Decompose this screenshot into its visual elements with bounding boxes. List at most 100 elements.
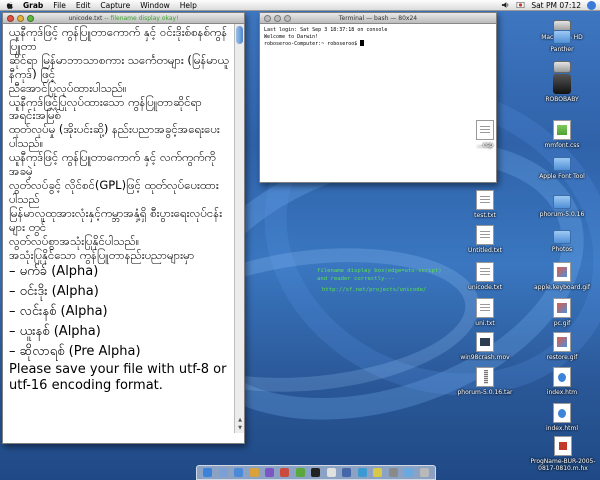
html-file-icon [553, 367, 571, 387]
text-line: ယူနီကုဒ်ဖြင့် ကွန်ပြူတာကောက် နှင့် ဝင်းဒ… [9, 25, 228, 53]
scroll-down-arrow[interactable]: ▼ [235, 424, 245, 432]
terminal-line: Last login: Sat Sep 3 18:37:18 on consol… [264, 27, 388, 33]
text-file-icon [476, 120, 494, 140]
movie-file-icon [476, 332, 494, 352]
menubar-clock[interactable]: Sat PM 07:12 [531, 1, 581, 10]
text-line: လွတ်လပ်စွာအသုံးပြုနိုင်ပါသည်။ [9, 233, 140, 248]
terminal-dock-icon[interactable] [311, 468, 321, 477]
terminal-line: Welcome to Darwin! [264, 33, 319, 40]
text-line: လွတ်လပ်ခွင့် လိုင်စင်(GPL)ဖြင့် ထုတ်လုပ်… [9, 177, 219, 206]
desktop-icon-phorum-tar[interactable]: phorum-5.0.16.tar [453, 367, 517, 396]
terminal-content[interactable]: Last login: Sat Sep 3 18:37:18 on consol… [260, 24, 496, 51]
app-dock-icon[interactable] [342, 468, 352, 477]
terminal-prompt: roboseroo-Computer:~ roboseroo$ [264, 41, 361, 48]
menu-edit[interactable]: Edit [76, 1, 91, 10]
app-dock-icon[interactable] [357, 468, 367, 477]
volume-icon[interactable] [501, 1, 510, 9]
text-file-icon [476, 262, 494, 282]
menu-help[interactable]: Help [180, 1, 197, 10]
itunes-dock-icon[interactable] [265, 468, 275, 477]
folder-icon [553, 157, 571, 171]
text-editor-window: unicode.txt -- filename display okay! ယူ… [2, 12, 245, 444]
bullet-item: – မက်ခ် (Alpha) [9, 264, 99, 280]
app-dock-icon[interactable] [388, 468, 398, 477]
spotlight-icon[interactable] [587, 0, 596, 10]
app-dock-icon[interactable] [280, 468, 290, 477]
folder-icon [553, 30, 571, 44]
desktop-icon-photos[interactable]: Photos [530, 225, 594, 253]
terminal-prompt-line: roboseroo-Computer:~ roboseroo$ [264, 40, 492, 48]
desktop-icon-unicode-txt[interactable]: unicode.txt [453, 262, 517, 291]
text-cursor [360, 40, 365, 47]
desktop-icon-csp[interactable]: ...csp [453, 120, 517, 149]
hard-disk-icon [553, 61, 571, 73]
desktop-icon-apple-font-tool[interactable]: Apple Font Tool [530, 152, 594, 180]
stylesheet-icon [553, 120, 571, 140]
desktop-icon-win98crash[interactable]: win98crash.mov [453, 332, 517, 361]
html-file-icon [553, 403, 571, 423]
archive-file-icon [476, 367, 494, 387]
desktop-icon-restore-gif[interactable]: restore.gif [530, 332, 594, 361]
encoding-note: Please save your file with utf-8 or utf-… [9, 362, 227, 394]
desktop-icon-mmfont[interactable]: mmfont.css [530, 120, 594, 149]
text-line: ဆိုင်ရာ မြန်မာဘာသာစကား သင်္ကေတများ (မြန်… [9, 52, 229, 81]
menu-file[interactable]: File [53, 1, 66, 10]
menu-window[interactable]: Window [140, 1, 170, 10]
ichat-dock-icon[interactable] [249, 468, 259, 477]
desktop-text-line: and reader correctly--- [317, 276, 395, 283]
desktop-icon-phorum-folder[interactable]: phorum-5.0.16 [530, 190, 594, 218]
image-file-icon [553, 262, 571, 282]
terminal-window: Terminal — bash — 80x24 Last login: Sat … [259, 12, 497, 183]
desktop-icon-apple-keyboard-gif[interactable]: apple.keyboard.gif [530, 262, 594, 291]
app-icon [553, 74, 571, 94]
folder-icon [553, 230, 571, 244]
vertical-scrollbar[interactable]: ▲ ▼ [234, 24, 244, 433]
window-titlebar[interactable]: unicode.txt -- filename display okay! [3, 13, 244, 24]
window-title-filename: unicode.txt [68, 14, 103, 22]
window-title: Terminal — bash — 80x24 [338, 14, 418, 22]
text-file-icon [476, 298, 494, 318]
text-line: အသုံးပြုနိုင်သော ကွန်ပြူတာနည်းပညာများမှာ [9, 247, 195, 262]
flag-icon[interactable] [516, 1, 525, 9]
desktop-icon-robobaby[interactable]: ROBOBABY [530, 74, 594, 103]
text-line: ညီအောင်ပြုလုပ်ထားပါသည်။ [9, 80, 127, 95]
desktop-icon-uni-txt[interactable]: uni.txt [453, 298, 517, 327]
text-file-icon [476, 190, 494, 210]
trash-dock-icon[interactable] [419, 468, 429, 477]
desktop-icon-prog-name[interactable]: ProgName-BUR-2005-0817-0810.m.hx [530, 436, 596, 472]
desktop-icon-index-html[interactable]: index.html [530, 403, 594, 432]
desktop-text-line: filename display box(edge=uto-script) [317, 268, 442, 274]
menu-capture[interactable]: Capture [100, 1, 130, 10]
document-file-icon [554, 436, 572, 456]
folder-icon [553, 195, 571, 209]
text-line: ယူနီကုဒ်ဖြင့်ပြုလုပ်ထားသော ကွန်ပြူတာဆိုင… [9, 94, 202, 123]
desktop-icon-panther[interactable]: Panther [530, 25, 594, 53]
bullet-item: – လင်းနစ် (Alpha) [9, 304, 108, 320]
textedit-dock-icon[interactable] [326, 468, 336, 477]
text-line: ယူနီကုဒ်ဖြင့် ကွန်ပြူတာကောက် နှင့် လက်ကွ… [9, 150, 216, 179]
text-line: မြန်မာလူထုအားလုံးနှင့်ကမ္ဘာအနှံ့ရှိ စီးပ… [9, 205, 223, 234]
desktop-icon-test-txt[interactable]: test.txt [453, 190, 517, 219]
window-title-note: -- filename display okay! [104, 14, 179, 22]
text-line: ထုတ်လုပ်မှု (အိုးပင်းဆို့) နည်းပညာအခွင့်… [9, 122, 220, 151]
image-file-icon [553, 298, 571, 318]
safari-dock-icon[interactable] [234, 468, 244, 477]
text-file-icon [476, 225, 494, 245]
desktop-icon-index-htm[interactable]: index.htm [530, 367, 594, 396]
app-dock-icon[interactable] [295, 468, 305, 477]
menu-bar: Grab File Edit Capture Window Help Sat P… [0, 0, 600, 11]
apple-menu-icon[interactable] [5, 1, 15, 10]
scroll-thumb[interactable] [236, 26, 243, 44]
bullet-item: – ဝင်းဒိုး (Alpha) [9, 284, 99, 300]
desktop-icon-untitled-txt[interactable]: Untitled.txt [453, 225, 517, 254]
document-text-area[interactable]: ယူနီကုဒ်ဖြင့် ကွန်ပြူတာကောက် နှင့် ဝင်းဒ… [3, 24, 234, 394]
window-title: unicode.txt -- filename display okay! [3, 15, 244, 22]
desktop-icon-pc-gif[interactable]: pc.gif [530, 298, 594, 327]
menu-app-grab[interactable]: Grab [23, 1, 43, 10]
scroll-up-arrow[interactable]: ▲ [235, 416, 245, 424]
window-titlebar[interactable]: Terminal — bash — 80x24 [260, 13, 496, 24]
mail-dock-icon[interactable] [218, 468, 228, 477]
app-dock-icon[interactable] [373, 468, 383, 477]
app-dock-icon[interactable] [404, 468, 414, 477]
finder-dock-icon[interactable] [203, 468, 213, 477]
